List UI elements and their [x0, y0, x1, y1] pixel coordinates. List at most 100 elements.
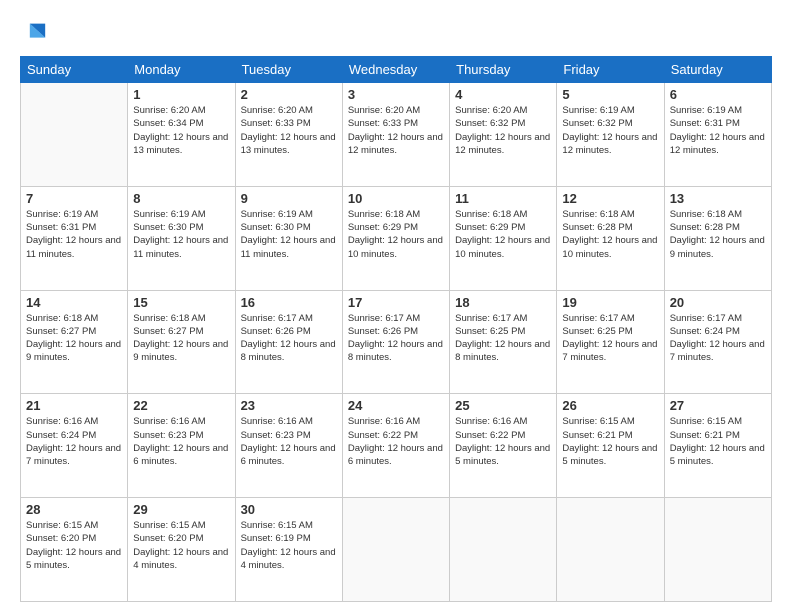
day-number: 9 — [241, 191, 337, 206]
header-monday: Monday — [128, 57, 235, 83]
calendar-cell: 23 Sunrise: 6:16 AM Sunset: 6:23 PM Dayli… — [235, 394, 342, 498]
day-number: 23 — [241, 398, 337, 413]
calendar-cell: 24 Sunrise: 6:16 AM Sunset: 6:22 PM Dayli… — [342, 394, 449, 498]
header-saturday: Saturday — [664, 57, 771, 83]
calendar-cell: 28 Sunrise: 6:15 AM Sunset: 6:20 PM Dayli… — [21, 498, 128, 602]
calendar-cell: 19 Sunrise: 6:17 AM Sunset: 6:25 PM Dayli… — [557, 290, 664, 394]
calendar-cell — [557, 498, 664, 602]
day-info: Sunrise: 6:17 AM Sunset: 6:26 PM Dayligh… — [241, 312, 337, 365]
day-info: Sunrise: 6:17 AM Sunset: 6:24 PM Dayligh… — [670, 312, 766, 365]
header-wednesday: Wednesday — [342, 57, 449, 83]
calendar-cell — [450, 498, 557, 602]
calendar-body: 1 Sunrise: 6:20 AM Sunset: 6:34 PM Daylig… — [21, 83, 772, 602]
day-number: 16 — [241, 295, 337, 310]
day-info: Sunrise: 6:16 AM Sunset: 6:24 PM Dayligh… — [26, 415, 122, 468]
day-number: 11 — [455, 191, 551, 206]
calendar-cell: 27Sunrise: 6:15 AM Sunset: 6:21 PM Dayli… — [664, 394, 771, 498]
day-info: Sunrise: 6:19 AM Sunset: 6:32 PM Dayligh… — [562, 104, 658, 157]
week-row-3: 14Sunrise: 6:18 AM Sunset: 6:27 PM Dayli… — [21, 290, 772, 394]
calendar-cell: 1 Sunrise: 6:20 AM Sunset: 6:34 PM Daylig… — [128, 83, 235, 187]
day-number: 18 — [455, 295, 551, 310]
page: Sunday Monday Tuesday Wednesday Thursday… — [0, 0, 792, 612]
calendar-cell: 25 Sunrise: 6:16 AM Sunset: 6:22 PM Dayli… — [450, 394, 557, 498]
day-info: Sunrise: 6:16 AM Sunset: 6:23 PM Dayligh… — [241, 415, 337, 468]
calendar-cell: 13 Sunrise: 6:18 AM Sunset: 6:28 PM Dayli… — [664, 186, 771, 290]
logo-icon — [20, 18, 48, 46]
calendar-cell: 10 Sunrise: 6:18 AM Sunset: 6:29 PM Dayli… — [342, 186, 449, 290]
calendar-cell: 15 Sunrise: 6:18 AM Sunset: 6:27 PM Dayli… — [128, 290, 235, 394]
header-friday: Friday — [557, 57, 664, 83]
day-info: Sunrise: 6:15 AM Sunset: 6:20 PM Dayligh… — [26, 519, 122, 572]
day-number: 25 — [455, 398, 551, 413]
day-info: Sunrise: 6:20 AM Sunset: 6:33 PM Dayligh… — [241, 104, 337, 157]
day-number: 28 — [26, 502, 122, 517]
day-number: 1 — [133, 87, 229, 102]
day-info: Sunrise: 6:20 AM Sunset: 6:34 PM Dayligh… — [133, 104, 229, 157]
day-number: 4 — [455, 87, 551, 102]
day-number: 21 — [26, 398, 122, 413]
day-number: 8 — [133, 191, 229, 206]
day-info: Sunrise: 6:19 AM Sunset: 6:30 PM Dayligh… — [133, 208, 229, 261]
calendar-cell: 18Sunrise: 6:17 AM Sunset: 6:25 PM Dayli… — [450, 290, 557, 394]
week-row-1: 1 Sunrise: 6:20 AM Sunset: 6:34 PM Daylig… — [21, 83, 772, 187]
day-number: 7 — [26, 191, 122, 206]
day-info: Sunrise: 6:15 AM Sunset: 6:19 PM Dayligh… — [241, 519, 337, 572]
day-header-row: Sunday Monday Tuesday Wednesday Thursday… — [21, 57, 772, 83]
week-row-4: 21 Sunrise: 6:16 AM Sunset: 6:24 PM Dayli… — [21, 394, 772, 498]
calendar-header: Sunday Monday Tuesday Wednesday Thursday… — [21, 57, 772, 83]
day-info: Sunrise: 6:17 AM Sunset: 6:25 PM Dayligh… — [562, 312, 658, 365]
calendar-cell: 8 Sunrise: 6:19 AM Sunset: 6:30 PM Daylig… — [128, 186, 235, 290]
day-info: Sunrise: 6:18 AM Sunset: 6:27 PM Dayligh… — [133, 312, 229, 365]
day-info: Sunrise: 6:15 AM Sunset: 6:21 PM Dayligh… — [670, 415, 766, 468]
day-number: 17 — [348, 295, 444, 310]
day-info: Sunrise: 6:15 AM Sunset: 6:20 PM Dayligh… — [133, 519, 229, 572]
logo — [20, 18, 52, 46]
calendar-cell: 17Sunrise: 6:17 AM Sunset: 6:26 PM Dayli… — [342, 290, 449, 394]
day-info: Sunrise: 6:18 AM Sunset: 6:29 PM Dayligh… — [455, 208, 551, 261]
day-number: 29 — [133, 502, 229, 517]
calendar-cell: 11 Sunrise: 6:18 AM Sunset: 6:29 PM Dayli… — [450, 186, 557, 290]
day-info: Sunrise: 6:16 AM Sunset: 6:22 PM Dayligh… — [348, 415, 444, 468]
calendar-cell: 5Sunrise: 6:19 AM Sunset: 6:32 PM Daylig… — [557, 83, 664, 187]
day-info: Sunrise: 6:19 AM Sunset: 6:31 PM Dayligh… — [26, 208, 122, 261]
week-row-5: 28 Sunrise: 6:15 AM Sunset: 6:20 PM Dayli… — [21, 498, 772, 602]
day-info: Sunrise: 6:18 AM Sunset: 6:27 PM Dayligh… — [26, 312, 122, 365]
day-info: Sunrise: 6:15 AM Sunset: 6:21 PM Dayligh… — [562, 415, 658, 468]
calendar-cell: 29 Sunrise: 6:15 AM Sunset: 6:20 PM Dayli… — [128, 498, 235, 602]
day-info: Sunrise: 6:20 AM Sunset: 6:32 PM Dayligh… — [455, 104, 551, 157]
day-number: 12 — [562, 191, 658, 206]
header-tuesday: Tuesday — [235, 57, 342, 83]
day-number: 13 — [670, 191, 766, 206]
calendar-cell: 2 Sunrise: 6:20 AM Sunset: 6:33 PM Daylig… — [235, 83, 342, 187]
calendar-cell: 4 Sunrise: 6:20 AM Sunset: 6:32 PM Daylig… — [450, 83, 557, 187]
day-info: Sunrise: 6:18 AM Sunset: 6:28 PM Dayligh… — [670, 208, 766, 261]
header-sunday: Sunday — [21, 57, 128, 83]
calendar-cell: 6Sunrise: 6:19 AM Sunset: 6:31 PM Daylig… — [664, 83, 771, 187]
day-number: 19 — [562, 295, 658, 310]
calendar-cell: 3 Sunrise: 6:20 AM Sunset: 6:33 PM Daylig… — [342, 83, 449, 187]
day-number: 26 — [562, 398, 658, 413]
calendar-cell — [21, 83, 128, 187]
day-info: Sunrise: 6:20 AM Sunset: 6:33 PM Dayligh… — [348, 104, 444, 157]
calendar-table: Sunday Monday Tuesday Wednesday Thursday… — [20, 56, 772, 602]
header-thursday: Thursday — [450, 57, 557, 83]
calendar-cell: 12 Sunrise: 6:18 AM Sunset: 6:28 PM Dayli… — [557, 186, 664, 290]
day-number: 24 — [348, 398, 444, 413]
day-number: 15 — [133, 295, 229, 310]
day-info: Sunrise: 6:18 AM Sunset: 6:29 PM Dayligh… — [348, 208, 444, 261]
week-row-2: 7 Sunrise: 6:19 AM Sunset: 6:31 PM Daylig… — [21, 186, 772, 290]
calendar-cell: 21 Sunrise: 6:16 AM Sunset: 6:24 PM Dayli… — [21, 394, 128, 498]
calendar-cell — [664, 498, 771, 602]
calendar-cell: 9Sunrise: 6:19 AM Sunset: 6:30 PM Daylig… — [235, 186, 342, 290]
calendar-cell: 30Sunrise: 6:15 AM Sunset: 6:19 PM Dayli… — [235, 498, 342, 602]
calendar-cell: 14Sunrise: 6:18 AM Sunset: 6:27 PM Dayli… — [21, 290, 128, 394]
day-number: 2 — [241, 87, 337, 102]
calendar-cell: 26 Sunrise: 6:15 AM Sunset: 6:21 PM Dayli… — [557, 394, 664, 498]
day-number: 3 — [348, 87, 444, 102]
calendar-cell: 7 Sunrise: 6:19 AM Sunset: 6:31 PM Daylig… — [21, 186, 128, 290]
day-number: 10 — [348, 191, 444, 206]
day-info: Sunrise: 6:16 AM Sunset: 6:22 PM Dayligh… — [455, 415, 551, 468]
day-info: Sunrise: 6:18 AM Sunset: 6:28 PM Dayligh… — [562, 208, 658, 261]
calendar-cell: 20Sunrise: 6:17 AM Sunset: 6:24 PM Dayli… — [664, 290, 771, 394]
header — [20, 18, 772, 46]
